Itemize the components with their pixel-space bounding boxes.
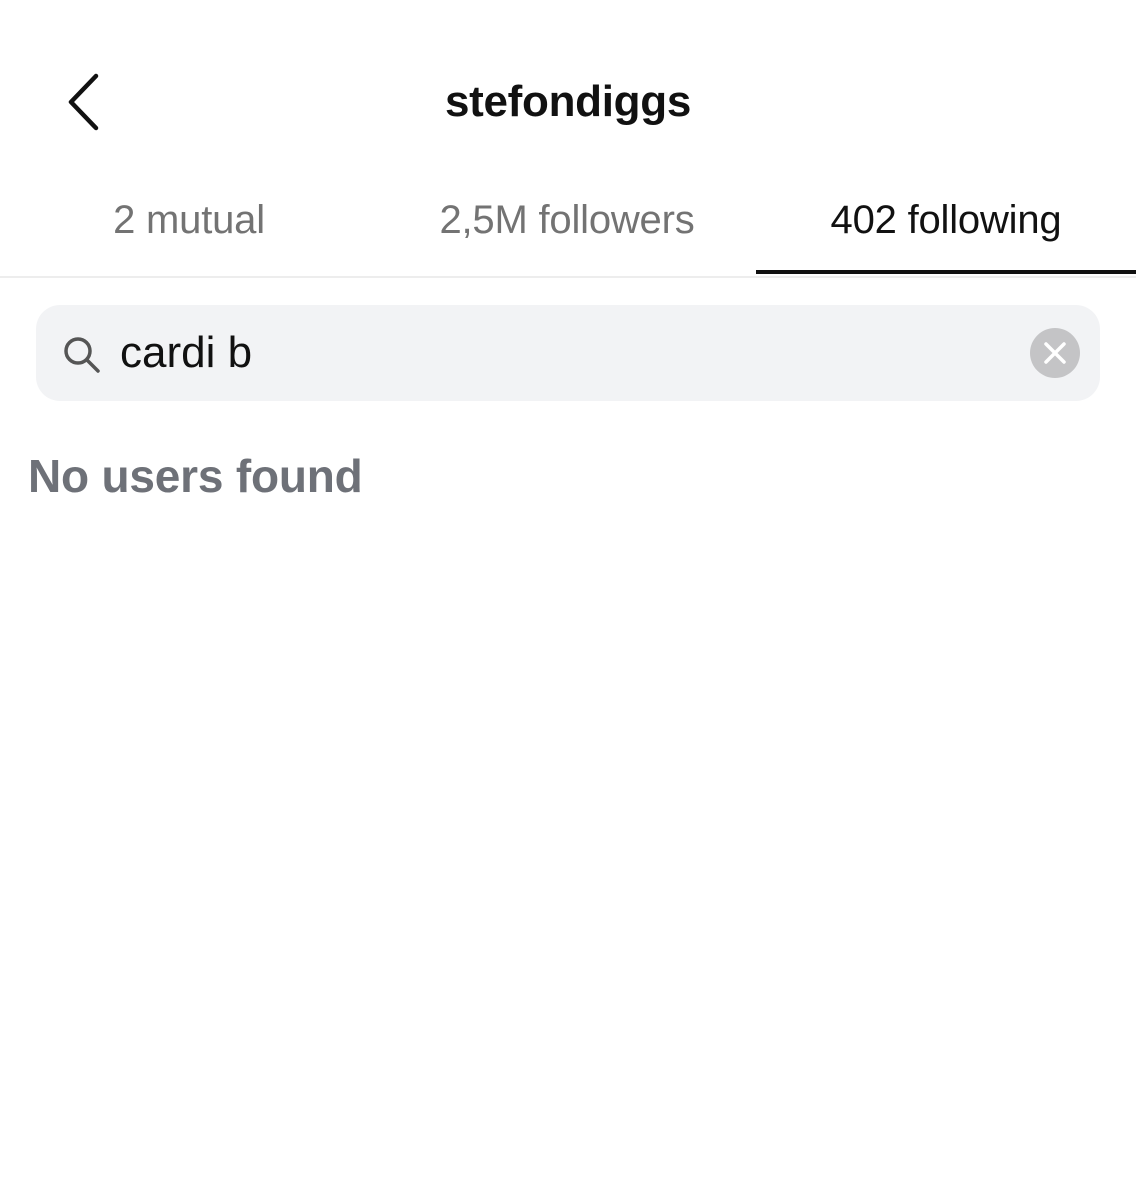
- page-title: stefondiggs: [444, 77, 692, 126]
- search-bar: [36, 305, 1100, 401]
- tab-followers[interactable]: 2,5M followers: [378, 170, 756, 276]
- header: stefondiggs: [0, 0, 1136, 170]
- clear-icon: [1044, 342, 1066, 364]
- active-tab-indicator: [756, 270, 1136, 274]
- search-input[interactable]: [120, 319, 1000, 387]
- tab-bar: 2 mutual 2,5M followers 402 following: [0, 170, 1136, 278]
- tab-following[interactable]: 402 following: [756, 170, 1136, 276]
- clear-search-button[interactable]: [1030, 328, 1080, 378]
- tab-mutual[interactable]: 2 mutual: [0, 170, 378, 276]
- search-icon: [64, 337, 100, 373]
- no-results-message: No users found: [28, 450, 363, 502]
